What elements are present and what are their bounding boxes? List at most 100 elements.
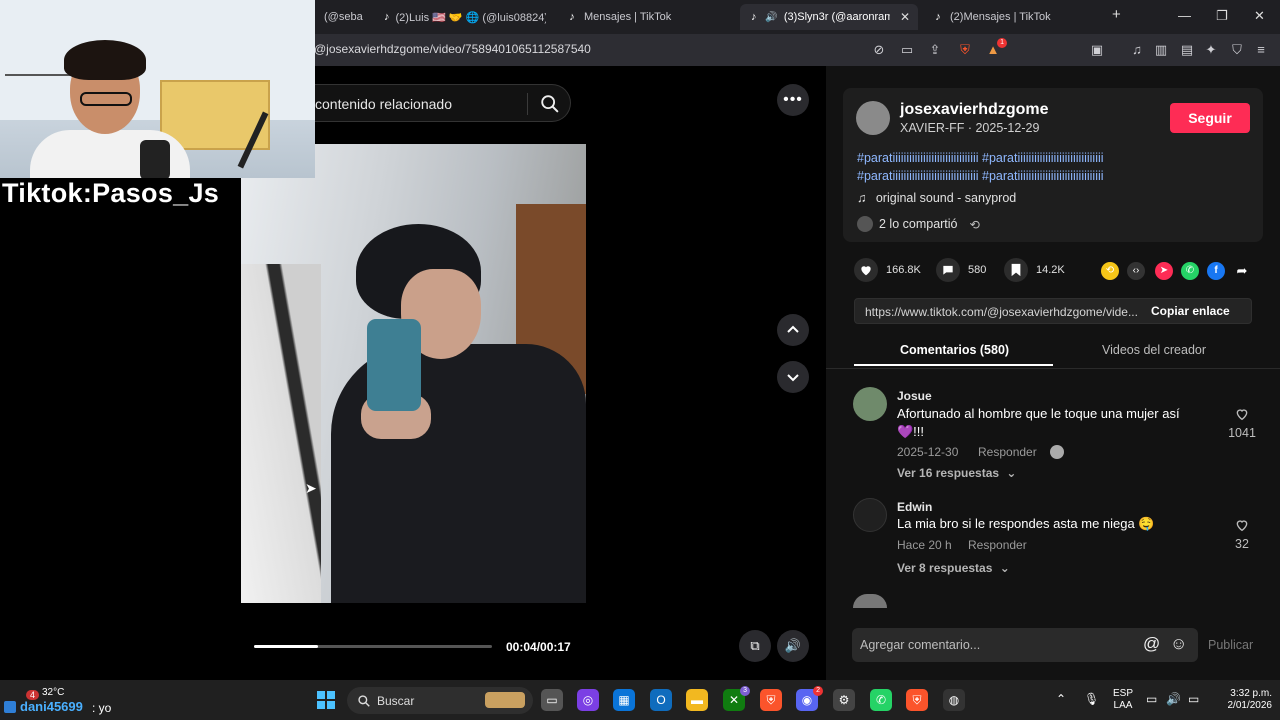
reply-button[interactable]: Responder [978,445,1037,459]
brave-shields-icon[interactable]: ⛨ [956,41,974,59]
comment-date: Hace 20 h [897,538,952,552]
publish-button[interactable]: Publicar [1208,638,1253,652]
no-camera-icon[interactable]: ⊘ [870,41,888,59]
comment-like-button[interactable] [1226,517,1258,538]
brave-icon[interactable]: ⛨ [760,689,782,711]
share-link-url[interactable]: https://www.tiktok.com/@josexavierhdzgom… [865,305,1143,319]
view-replies-button[interactable]: Ver 8 respuestas ⌄ [897,561,1010,575]
audio-icon: 🔊 [765,11,778,23]
video-player[interactable] [241,144,586,603]
next-video-button[interactable] [777,361,809,393]
cast-icon[interactable]: ▭ [898,41,916,59]
creator-liked-avatar [1050,445,1064,459]
facebook-icon[interactable]: f [1207,262,1225,280]
save-action[interactable]: 14.2K [1004,258,1065,282]
settings-icon[interactable]: ⚙ [833,689,855,711]
clock[interactable]: 3:32 p.m. 2/01/2026 [1216,688,1273,712]
comment-author[interactable]: Josue [897,389,932,403]
search-icon[interactable] [539,93,561,115]
comment-text: Afortunado al hombre que le toque una mu… [897,406,1180,439]
app-icon[interactable]: ◎ [577,689,599,711]
maximize-button[interactable]: ❐ [1216,8,1228,24]
menu-icon[interactable]: ≡ [1252,41,1270,59]
reader-mode-icon[interactable]: ▣ [1088,41,1106,59]
creator-avatar[interactable] [856,101,890,135]
wallet-icon[interactable]: ▤ [1178,41,1196,59]
volume-button[interactable]: 🔊 [777,630,809,662]
embed-icon[interactable]: ‹› [1127,262,1145,280]
language-indicator[interactable]: ESP LAA [1110,688,1136,712]
comment-author[interactable]: Edwin [897,500,932,514]
streamer-glasses [80,92,132,106]
task-view-icon[interactable]: ▭ [541,689,563,711]
share-icon[interactable]: ⇪ [926,41,944,59]
share-link-box: https://www.tiktok.com/@josexavierhdzgom… [854,298,1252,324]
send-icon[interactable]: ➤ [1155,262,1173,280]
close-window-button[interactable]: ✕ [1254,8,1265,24]
reply-button[interactable]: Responder [968,538,1027,552]
comment-action[interactable]: 580 [936,258,986,282]
follow-button[interactable]: Seguir [1170,103,1250,133]
store-icon[interactable]: ▦ [613,689,635,711]
music-icon[interactable]: ♫ [1128,41,1146,59]
post-hashtags[interactable]: #paratiiiiiiiiiiiiiiiiiiiiiiiiiiiiiii #p… [857,149,1167,185]
minimize-button[interactable]: — [1178,8,1191,23]
windows-start-icon[interactable] [315,689,337,711]
whatsapp-icon[interactable]: ✆ [1181,262,1199,280]
brave-active-icon[interactable]: ⛨ [906,689,928,711]
picture-in-picture-button[interactable]: ⧉ [739,630,771,662]
tab-label: Mensajes | TikTok [584,11,672,23]
taskbar-search-label: Buscar [377,694,415,708]
obs-icon[interactable]: ◍ [943,689,965,711]
comment-like-button[interactable] [1226,406,1258,427]
mention-icon[interactable]: @ [1143,634,1160,654]
network-icon[interactable]: ▭ [1146,693,1157,705]
tab-1[interactable]: (@seba [316,4,376,30]
search-bar[interactable]: contenido relacionado [315,84,571,122]
repost-share-icon[interactable]: ⟲ [1101,262,1119,280]
emoji-icon[interactable]: ☺ [1170,634,1187,654]
copy-link-button[interactable]: Copiar enlace [1151,304,1230,318]
file-explorer-icon[interactable]: ▬ [686,689,708,711]
sidebar-icon[interactable]: ▥ [1152,41,1170,59]
comment-avatar[interactable] [853,387,887,421]
video-progress-bar[interactable] [254,645,492,648]
more-share-icon[interactable]: ➦ [1233,262,1251,280]
previous-video-button[interactable] [777,314,809,346]
taskbar-search[interactable]: Buscar [347,687,533,714]
tray-chevron-icon[interactable]: ⌃ [1056,693,1066,705]
tab-3[interactable]: ♪ Mensajes | TikTok [558,4,728,30]
vpn-icon[interactable]: ⛉ [1228,41,1246,59]
url-field[interactable]: @josexavierhdzgome/video/758940106511258… [314,42,591,56]
speaker-icon[interactable]: 🔊 [1166,693,1181,705]
more-options-button[interactable]: ••• [777,84,809,116]
outlook-icon[interactable]: O [650,689,672,711]
xbox-icon[interactable]: ✕ 3 [723,686,750,711]
whatsapp-taskbar-icon[interactable]: ✆ [870,689,892,711]
tab-comments[interactable]: Comentarios (580) [900,343,1009,357]
comment-input[interactable]: Agregar comentario... @ ☺ [852,628,1198,662]
microphone-icon[interactable]: 🎙 [1084,693,1099,705]
comment-avatar[interactable] [853,498,887,532]
rewards-icon[interactable]: ▲ 1 [984,38,1007,59]
heart-outline-icon [1236,520,1248,532]
tab-active[interactable]: ♪ 🔊 (3)Slyn3r (@aaronramire ✕ [740,4,918,30]
view-replies-button[interactable]: Ver 16 respuestas ⌄ [897,466,1016,480]
leo-ai-icon[interactable]: ✦ [1202,41,1220,59]
creator-username[interactable]: josexavierhdzgome [900,101,1049,119]
discord-badge: 2 [813,686,823,696]
tiktok-icon: ♪ [935,11,941,23]
new-tab-button[interactable]: + [1112,6,1121,23]
like-action[interactable]: 166.8K [854,258,921,282]
shared-by[interactable]: 2 lo compartió ⟲ [857,216,980,232]
tab-2[interactable]: ♪ (2)Luis 🇺🇸 🤝 🌐 (@luis08824) | T [376,4,546,30]
video-frame [241,264,321,603]
tab-creator-videos[interactable]: Videos del creador [1102,343,1206,357]
close-tab-icon[interactable]: ✕ [900,10,910,24]
tab-5[interactable]: ♪ (2)Mensajes | TikTok [924,4,1094,30]
discord-icon[interactable]: ◉ 2 [796,686,823,711]
battery-icon[interactable]: ▭ [1188,693,1199,705]
search-input[interactable]: contenido relacionado [315,96,452,112]
microphone [140,140,170,178]
sound-link[interactable]: ♫ original sound - sanyprod [857,191,1016,205]
